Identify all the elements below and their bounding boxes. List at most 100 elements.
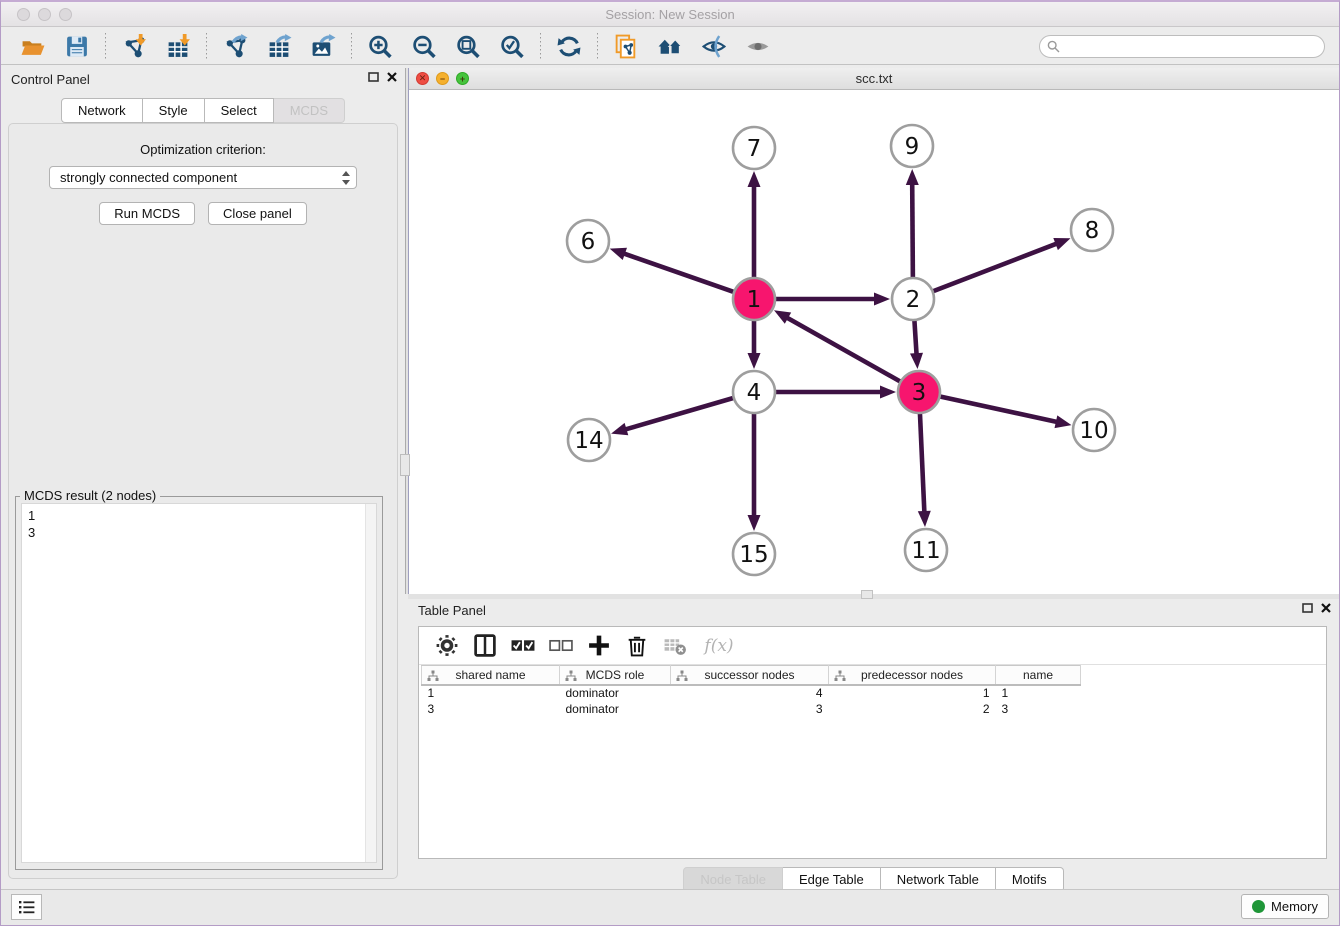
zoom-selected-icon[interactable] [497, 32, 527, 60]
table-cell[interactable]: 3 [422, 701, 560, 717]
title-bar: Session: New Session [1, 2, 1339, 27]
select-stepper-icon [341, 170, 351, 186]
graph-edge-arrowhead [906, 169, 919, 185]
columns-icon[interactable] [471, 633, 499, 659]
graph-edge-3-11[interactable] [920, 410, 925, 513]
table-header-row: shared nameMCDS rolesuccessor nodesprede… [422, 666, 1081, 685]
memory-button[interactable]: Memory [1241, 894, 1329, 919]
close-panel-icon[interactable] [387, 72, 397, 82]
column-header-successor-nodes[interactable]: successor nodes [671, 666, 829, 685]
tab-style[interactable]: Style [143, 98, 205, 123]
table-cell[interactable]: dominator [560, 685, 671, 701]
mcds-result-list: 13 [22, 504, 376, 544]
fx-icon: f(x) [699, 633, 739, 659]
refresh-icon[interactable] [554, 32, 584, 60]
node-table[interactable]: shared nameMCDS rolesuccessor nodesprede… [421, 665, 1081, 717]
column-header-MCDS-role[interactable]: MCDS role [560, 666, 671, 685]
close-panel-button[interactable]: Close panel [208, 202, 307, 225]
graph-edge-2-9[interactable] [912, 183, 913, 281]
export-network-icon[interactable] [220, 32, 250, 60]
table-cell[interactable]: 4 [671, 685, 829, 701]
table-panel-header: Table Panel [408, 599, 1339, 623]
graph-edge-2-8[interactable] [930, 243, 1058, 292]
graph-edge-arrowhead [1053, 238, 1070, 250]
column-header-predecessor-nodes[interactable]: predecessor nodes [829, 666, 996, 685]
control-panel-tabs: NetworkStyleSelectMCDS [1, 98, 405, 123]
zoom-fit-icon[interactable] [453, 32, 483, 60]
horizontal-splitter-grip[interactable] [861, 590, 873, 599]
network-graph: 1234678910111415 [409, 90, 1340, 594]
graph-edge-3-1[interactable] [786, 317, 903, 383]
graph-node-label: 6 [581, 229, 596, 255]
column-header-name[interactable]: name [996, 666, 1081, 685]
export-table-icon[interactable] [264, 32, 294, 60]
graph-node-label: 2 [906, 287, 921, 313]
add-icon[interactable] [585, 633, 613, 659]
column-header-shared-name[interactable]: shared name [422, 666, 560, 685]
close-table-panel-icon[interactable] [1321, 603, 1331, 613]
graph-edge-3-10[interactable] [937, 396, 1058, 422]
table-row[interactable]: 1dominator411 [422, 685, 1081, 701]
open-folder-icon[interactable] [18, 32, 48, 60]
graph-node-label: 8 [1085, 218, 1100, 244]
graph-edge-4-14[interactable] [625, 397, 737, 430]
tab-mcds[interactable]: MCDS [274, 98, 345, 123]
table-cell[interactable]: 2 [829, 701, 996, 717]
mcds-result-scrollbar[interactable] [365, 504, 376, 862]
save-icon[interactable] [62, 32, 92, 60]
network-window-titlebar[interactable]: ✕ − + scc.txt [409, 68, 1339, 90]
zoom-out-icon[interactable] [409, 32, 439, 60]
import-network-icon[interactable] [119, 32, 149, 60]
mcds-result-list-area[interactable]: 13 [21, 503, 377, 863]
zoom-in-icon[interactable] [365, 32, 395, 60]
table-row[interactable]: 3dominator323 [422, 701, 1081, 717]
table-toolbar: f(x) [419, 627, 1326, 665]
search-icon [1047, 40, 1060, 53]
graph-edge-2-3[interactable] [914, 317, 916, 355]
table-cell[interactable]: dominator [560, 701, 671, 717]
graph-edge-arrowhead [774, 310, 791, 324]
search-input[interactable] [1039, 35, 1325, 58]
table-cell[interactable]: 3 [996, 701, 1081, 717]
table-cell[interactable]: 1 [829, 685, 996, 701]
network-graph-canvas[interactable]: 1234678910111415 [409, 90, 1339, 594]
select-all-icon[interactable] [509, 633, 537, 659]
graph-edge-1-6[interactable] [623, 253, 737, 293]
optimization-criterion-select[interactable]: strongly connected component [49, 166, 357, 189]
tab-select[interactable]: Select [205, 98, 274, 123]
graph-edge-arrowhead [611, 423, 628, 435]
graph-node-label: 11 [911, 538, 940, 564]
graph-edge-arrowhead [748, 353, 761, 369]
select-value: strongly connected component [60, 170, 237, 185]
memory-label: Memory [1271, 899, 1318, 914]
run-mcds-button[interactable]: Run MCDS [99, 202, 195, 225]
export-image-icon[interactable] [308, 32, 338, 60]
delete-icon[interactable] [623, 633, 651, 659]
float-table-panel-icon[interactable] [1302, 603, 1313, 613]
table-cell[interactable]: 1 [996, 685, 1081, 701]
graph-edge-arrowhead [748, 515, 761, 531]
gear-icon[interactable] [433, 633, 461, 659]
vertical-splitter-grip[interactable] [400, 454, 410, 476]
session-title: Session: New Session [1, 7, 1339, 22]
deselect-all-icon[interactable] [547, 633, 575, 659]
mcds-result-title: MCDS result (2 nodes) [20, 488, 160, 503]
import-table-icon[interactable] [163, 32, 193, 60]
home-icon[interactable] [655, 32, 685, 60]
table-cell[interactable]: 1 [422, 685, 560, 701]
graph-node-label: 7 [747, 136, 762, 162]
tab-network[interactable]: Network [61, 98, 143, 123]
graph-node-label: 4 [747, 380, 762, 406]
graph-node-label: 3 [912, 380, 927, 406]
network-from-document-icon[interactable] [611, 32, 641, 60]
eye-icon[interactable] [743, 32, 773, 60]
mcds-result-item: 3 [28, 524, 370, 541]
hide-eye-icon[interactable] [699, 32, 729, 60]
control-panel: Control Panel NetworkStyleSelectMCDS Opt… [1, 68, 405, 892]
task-history-button[interactable] [11, 894, 42, 920]
table-cell[interactable]: 3 [671, 701, 829, 717]
control-panel-title: Control Panel [11, 72, 90, 87]
graph-edge-arrowhead [874, 293, 890, 306]
memory-status-icon [1252, 900, 1265, 913]
float-panel-icon[interactable] [368, 72, 379, 82]
